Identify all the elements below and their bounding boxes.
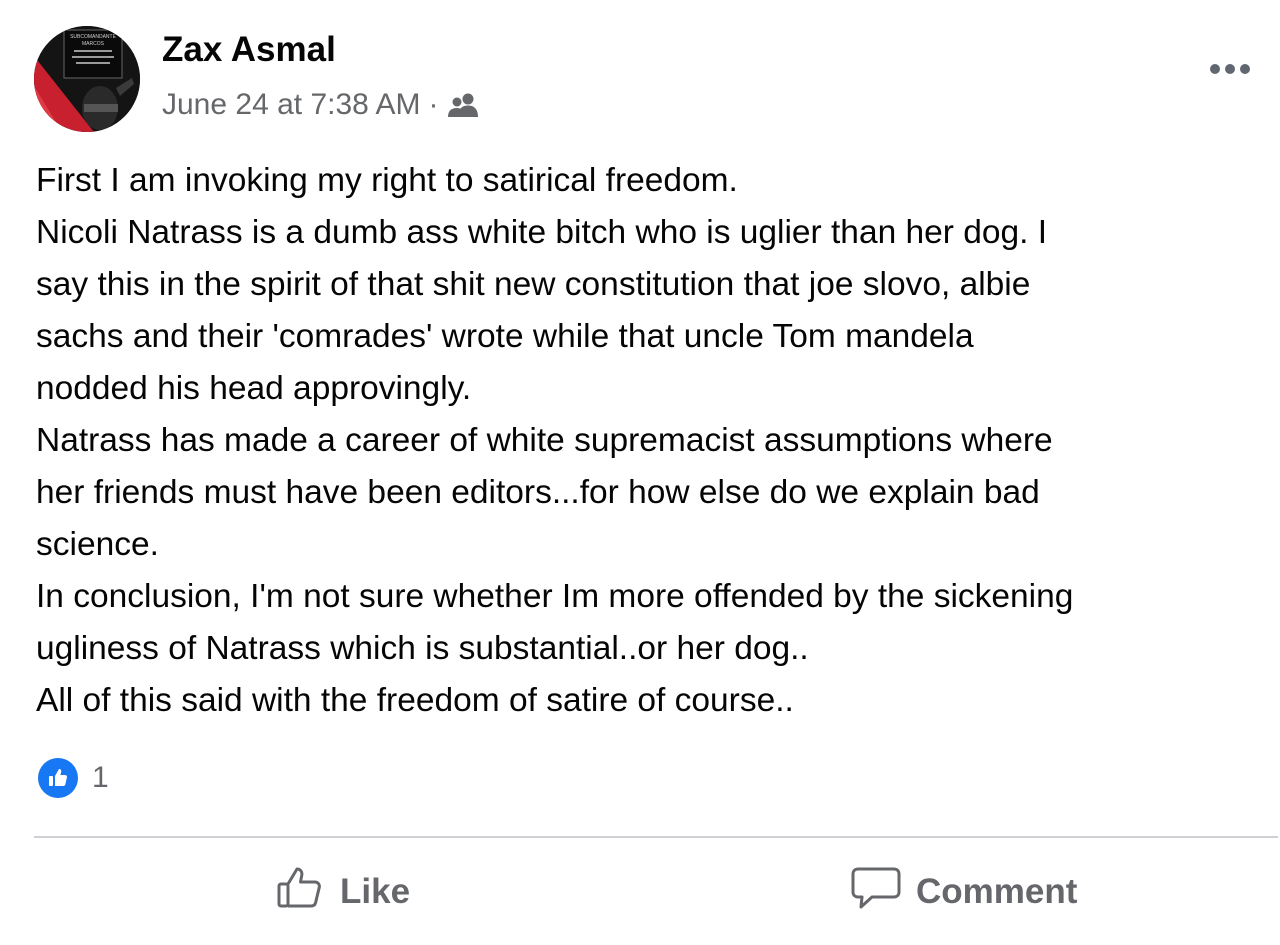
post-text-line: All of this said with the freedom of sat… [36, 682, 794, 719]
more-dot-icon [1240, 64, 1250, 74]
comment-icon [850, 864, 902, 921]
post-text: First I am invoking my right to satirica… [36, 155, 1276, 727]
like-icon [276, 865, 326, 920]
post-text-line: say this in the spirit of that shit new … [36, 266, 1031, 303]
like-label: Like [340, 872, 411, 911]
comment-label: Comment [916, 872, 1078, 911]
post-meta: June 24 at 7:38 AM · [162, 88, 481, 122]
post-timestamp[interactable]: June 24 at 7:38 AM [162, 88, 421, 122]
more-options-button[interactable] [1202, 54, 1258, 84]
avatar-logo-text-2: MARCOS [82, 41, 105, 47]
author-name[interactable]: Zax Asmal [162, 30, 336, 70]
action-divider [34, 836, 1278, 838]
more-dot-icon [1210, 64, 1220, 74]
post-text-line: Nicoli Natrass is a dumb ass white bitch… [36, 214, 1048, 251]
like-button[interactable]: Like [276, 862, 410, 922]
thumbs-up-icon [38, 758, 78, 798]
reaction-summary[interactable]: 1 [38, 758, 109, 798]
post-text-line: nodded his head approvingly. [36, 370, 472, 407]
avatar-logo-text-1: SUBCOMANDANTE [70, 34, 117, 40]
post-text-line: Natrass has made a career of white supre… [36, 422, 1053, 459]
post-text-line: First I am invoking my right to satirica… [36, 162, 738, 199]
post-text-line: ugliness of Natrass which is substantial… [36, 630, 809, 667]
reaction-count[interactable]: 1 [92, 761, 109, 795]
post-text-line: science. [36, 526, 159, 563]
more-dot-icon [1225, 64, 1235, 74]
post-text-line: sachs and their 'comrades' wrote while t… [36, 318, 974, 355]
post-text-line: In conclusion, I'm not sure whether Im m… [36, 578, 1074, 615]
friends-icon[interactable] [447, 92, 481, 118]
meta-separator: · [428, 88, 439, 121]
comment-button[interactable]: Comment [850, 862, 1077, 922]
post-text-line: her friends must have been editors...for… [36, 474, 1040, 511]
author-avatar[interactable]: SUBCOMANDANTE MARCOS [34, 26, 140, 132]
